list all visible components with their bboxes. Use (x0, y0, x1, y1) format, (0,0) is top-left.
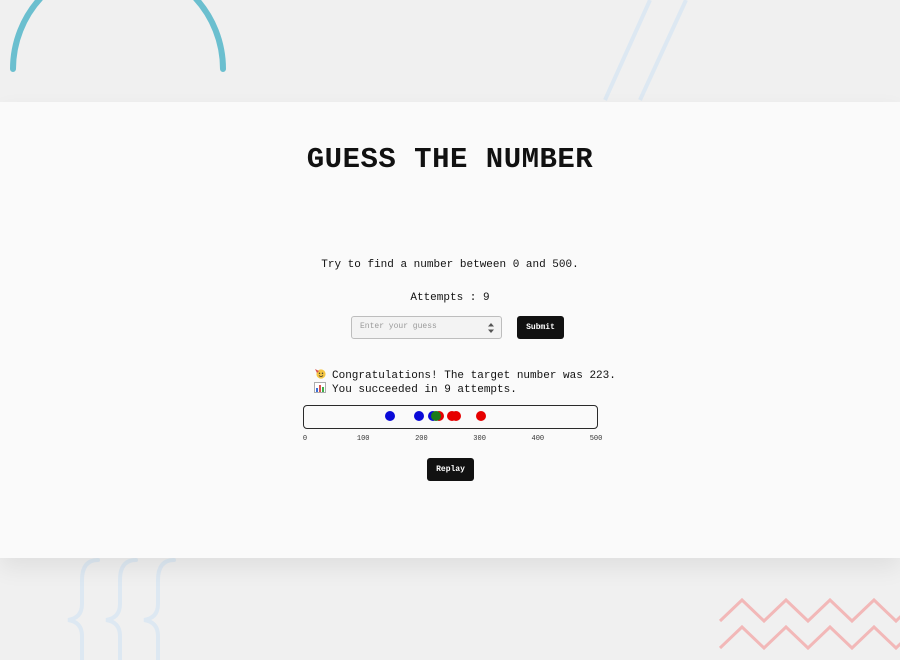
attempts-separator: : (463, 292, 483, 304)
axis-tick-label: 200 (415, 435, 428, 443)
guess-dot-low (414, 411, 425, 421)
congratulations-text: Congratulations! The target number was 2… (332, 370, 616, 382)
spinner-arrows-icon[interactable] (488, 322, 494, 334)
submit-button[interactable]: Submit (517, 316, 564, 339)
guess-input[interactable]: Enter your guess (351, 316, 502, 339)
attempts-count: 9 (483, 292, 490, 304)
guess-dot-correct (430, 411, 441, 421)
page-title: GUESS THE NUMBER (306, 143, 594, 176)
axis-tick-label: 400 (531, 435, 545, 443)
attempts-label: Attempts (410, 292, 464, 304)
slash-decoration (638, 0, 688, 101)
guess-dot-high (450, 411, 461, 421)
axis-tick-label: 100 (356, 435, 370, 443)
axis-tick-label: 300 (473, 435, 486, 443)
game-card: GUESS THE NUMBER Try to find a number be… (0, 102, 900, 558)
guess-dot-high (475, 411, 486, 421)
instruction-text: Try to find a number between 0 and 500. (321, 259, 579, 271)
summary-text: You succeeded in 9 attempts. (332, 384, 517, 396)
slash-decoration (603, 0, 652, 101)
guess-input-placeholder: Enter your guess (360, 322, 437, 331)
guess-track (303, 405, 598, 429)
replay-button[interactable]: Replay (427, 458, 474, 481)
summary-message: You succeeded in 9 attempts. (314, 382, 517, 396)
axis-tick-label: 0 (302, 435, 308, 443)
guess-dot-low (385, 411, 396, 421)
bar-chart-icon (314, 382, 326, 393)
congratulations-message: Congratulations! The target number was 2… (314, 368, 616, 382)
attempts-counter: Attempts : 9 (0, 292, 900, 304)
party-face-icon (315, 369, 326, 379)
arc-decoration (10, 0, 226, 72)
zigzag-decoration (718, 597, 900, 651)
brace-decoration (67, 558, 176, 660)
axis-tick-label: 500 (589, 435, 603, 443)
